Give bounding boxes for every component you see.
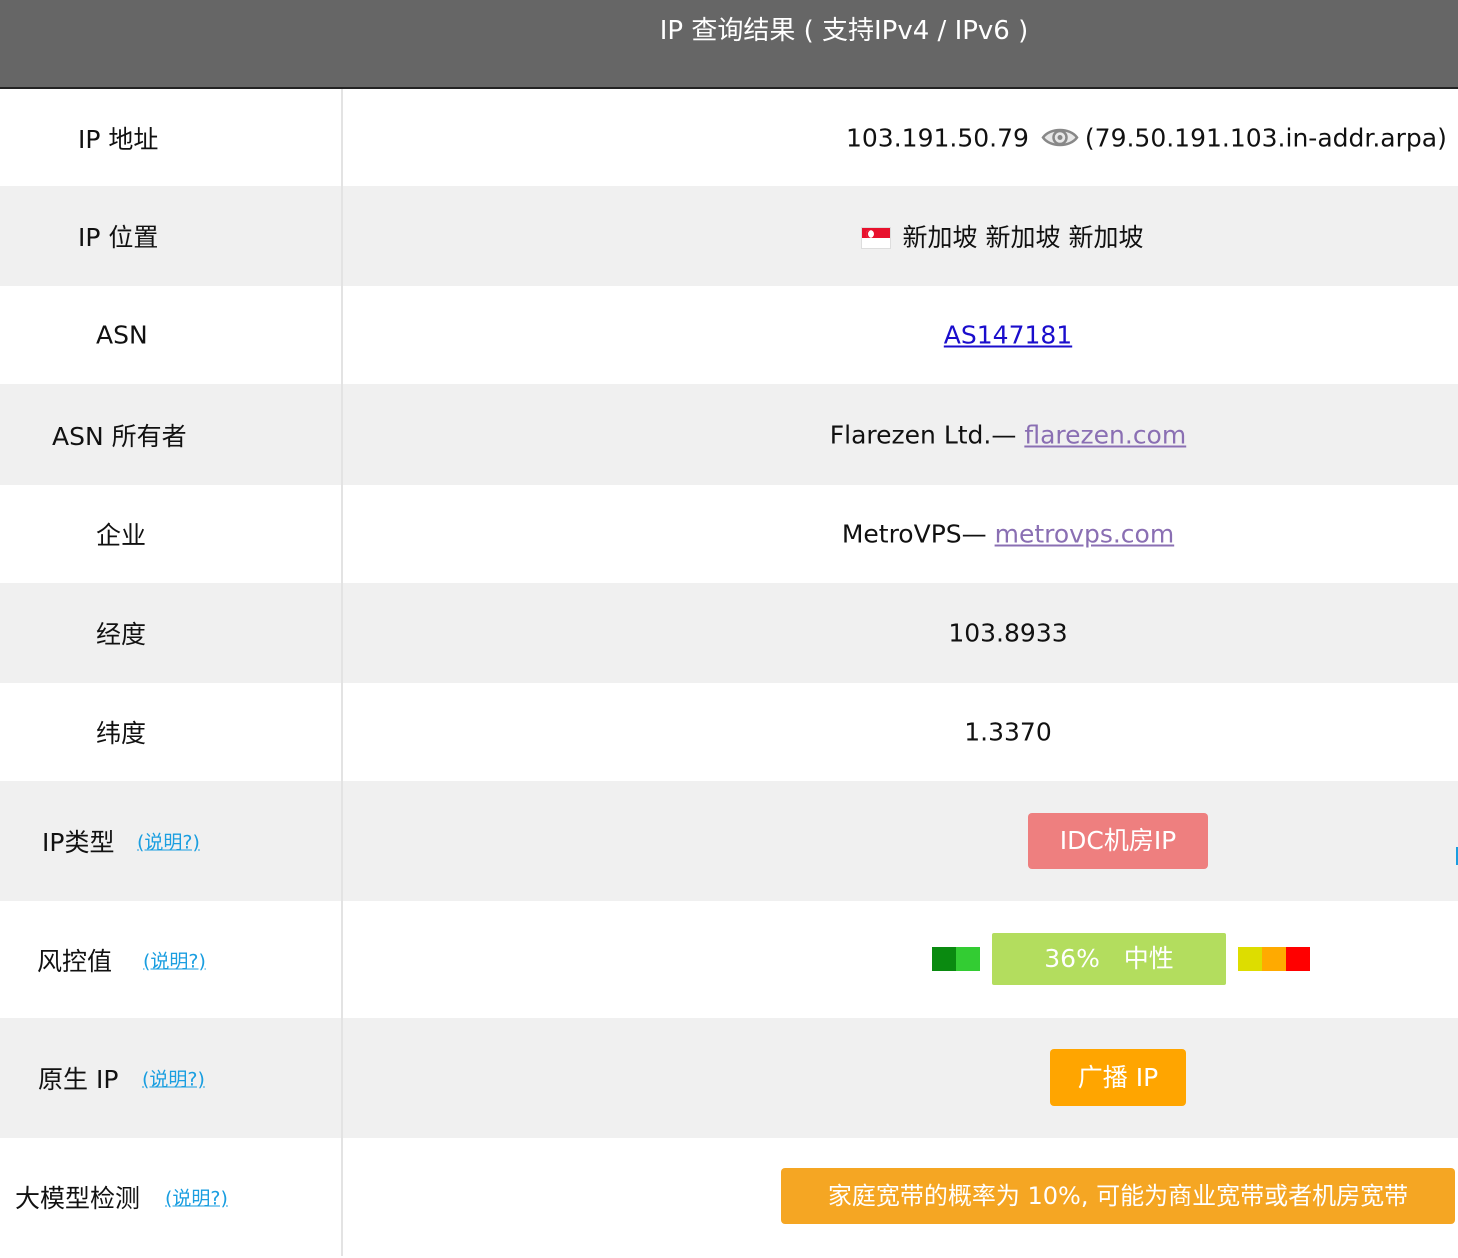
risk-label: 风控值 [37,946,113,976]
risk-score-badge: 36% 中性 [992,933,1226,985]
value-cell: Flarezen Ltd.— flarezen.com [343,384,1458,485]
ip-address-value: 103.191.50.79 (79.50.191.103.in-addr.arp… [846,123,1447,152]
row-llm-detect: 大模型检测 (说明?) 家庭宽带的概率为 10%, 可能为商业宽带或者机房宽带 [0,1138,1458,1256]
asn-owner-name: Flarezen Ltd.— [829,420,1017,449]
row-asn-owner: ASN 所有者 Flarezen Ltd.— flarezen.com [0,384,1458,485]
label-cell: IP 位置 [0,186,343,286]
risk-scale-segment-2 [956,947,980,971]
label-cell: 原生 IP (说明?) [0,1018,343,1138]
ip-type-badge: IDC机房IP [1028,813,1208,869]
llm-detect-label: 大模型检测 [15,1184,141,1213]
native-ip-help-link[interactable]: (说明?) [142,1065,205,1092]
reverse-dns-text: (79.50.191.103.in-addr.arpa) [1084,123,1447,152]
label-cell: ASN [0,286,343,384]
latitude-label: 纬度 [96,719,147,748]
asn-owner-link[interactable]: flarezen.com [1024,420,1186,449]
latitude-value: 1.3370 [964,717,1052,747]
label-cell: 纬度 [0,683,343,781]
asn-link[interactable]: AS147181 [944,321,1072,350]
label-cell: IP 地址 [0,89,343,186]
label-cell: 大模型检测 (说明?) [0,1138,343,1256]
label-cell: 经度 [0,583,343,683]
ip-address-text: 103.191.50.79 [846,123,1029,152]
company-value: MetroVPS— metrovps.com [343,520,1458,549]
company-label: 企业 [96,521,147,550]
row-native-ip: 原生 IP (说明?) 广播 IP [0,1018,1458,1138]
row-ip-type: IP类型 (说明?) IDC机房IP [0,781,1458,901]
company-link[interactable]: metrovps.com [995,520,1175,549]
row-longitude: 经度 103.8933 [0,583,1458,683]
row-company: 企业 MetroVPS— metrovps.com [0,485,1458,583]
longitude-label: 经度 [96,620,147,649]
company-name: MetroVPS— [841,519,987,549]
value-cell: AS147181 [343,286,1458,384]
native-ip-label: 原生 IP [38,1065,119,1094]
risk-scale-segment-6 [1286,947,1310,971]
risk-percent: 36% [1044,944,1100,973]
asn-label: ASN [96,320,148,350]
row-asn: ASN AS147181 [0,286,1458,384]
ip-location-label: IP 位置 [78,223,159,252]
asn-value: AS147181 [343,321,1458,350]
value-cell: 103.191.50.79 (79.50.191.103.in-addr.arp… [343,89,1458,186]
location-text: 新加坡 新加坡 新加坡 [902,223,1144,252]
value-cell: 103.8933 [343,583,1458,683]
value-cell: IDC机房IP [343,781,1458,901]
value-cell: 家庭宽带的概率为 10%, 可能为商业宽带或者机房宽带 [343,1138,1458,1256]
risk-scale-segment-4 [1238,947,1262,971]
asn-owner-value: Flarezen Ltd.— flarezen.com [343,420,1458,449]
label-cell: 企业 [0,485,343,583]
row-ip-address: IP 地址 103.191.50.79 (79.50.191.103.in-ad… [0,89,1458,186]
asn-owner-label: ASN 所有者 [52,421,187,451]
singapore-flag-icon [860,227,891,249]
eye-icon[interactable] [1041,125,1079,151]
native-ip-badge: 广播 IP [1050,1049,1186,1106]
risk-level: 中性 [1123,944,1174,973]
ip-type-label: IP类型 [42,828,115,857]
row-ip-location: IP 位置 新加坡 新加坡 新加坡 [0,186,1458,286]
page-header: IP 查询结果 ( 支持IPv4 / IPv6 ) [0,0,1458,89]
ip-type-help-link[interactable]: (说明?) [137,828,200,855]
risk-scale-segment-5 [1262,947,1286,971]
label-cell: ASN 所有者 [0,384,343,485]
page-title: IP 查询结果 ( 支持IPv4 / IPv6 ) [659,16,1029,46]
row-risk: 风控值 (说明?) 36% 中性 [0,901,1458,1018]
value-cell: 新加坡 新加坡 新加坡 [343,186,1458,286]
risk-help-link[interactable]: (说明?) [143,946,206,973]
value-cell: 1.3370 [343,683,1458,781]
longitude-value: 103.8933 [948,618,1068,648]
value-cell: MetroVPS— metrovps.com [343,485,1458,583]
value-cell: 广播 IP [343,1018,1458,1138]
label-cell: IP类型 (说明?) [0,781,343,901]
ip-location-value: 新加坡 新加坡 新加坡 [343,218,1458,254]
llm-detect-badge: 家庭宽带的概率为 10%, 可能为商业宽带或者机房宽带 [781,1168,1455,1224]
label-cell: 风控值 (说明?) [0,901,343,1018]
row-latitude: 纬度 1.3370 [0,683,1458,781]
value-cell: 36% 中性 [343,901,1458,1018]
llm-detect-help-link[interactable]: (说明?) [165,1184,228,1211]
risk-scale-segment-1 [932,947,956,971]
ip-address-label: IP 地址 [78,124,159,154]
